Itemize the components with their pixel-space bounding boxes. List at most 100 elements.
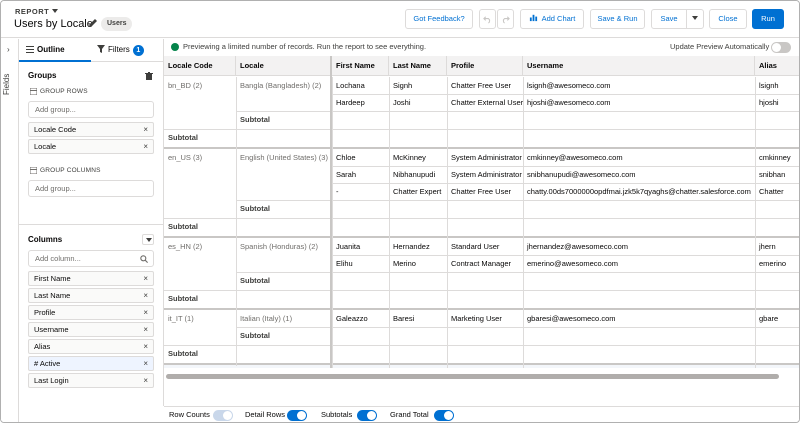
chevron-right-icon[interactable]: › bbox=[7, 45, 10, 54]
add-group-rows-input[interactable]: Add group... bbox=[28, 101, 154, 118]
report-builder: REPORT Users by Locale Users Got Feedbac… bbox=[0, 0, 800, 423]
trash-icon[interactable] bbox=[145, 72, 153, 80]
column-label: Last Name bbox=[34, 291, 71, 300]
group-row-item[interactable]: Locale × bbox=[28, 139, 154, 154]
remove-icon[interactable]: × bbox=[143, 374, 148, 387]
subtotals-toggle[interactable] bbox=[357, 410, 377, 421]
table-cell-username: cmkinney@awesomeco.com bbox=[527, 153, 623, 162]
columns-menu-button[interactable] bbox=[142, 234, 154, 245]
group-divider bbox=[164, 147, 799, 149]
column-item[interactable]: Last Name × bbox=[28, 288, 154, 303]
table-cell-profile: Chatter External User bbox=[451, 98, 523, 107]
group-row-label: Locale Code bbox=[34, 125, 77, 134]
fields-rail[interactable]: › Fields bbox=[1, 39, 19, 422]
pencil-icon[interactable] bbox=[88, 18, 98, 28]
remove-icon[interactable]: × bbox=[143, 357, 148, 370]
detail-rows-toggle[interactable] bbox=[287, 410, 307, 421]
grand-total: Total (8) bbox=[164, 366, 264, 368]
group-locale: English (United States) (3) bbox=[240, 153, 328, 162]
toggle-knob bbox=[297, 411, 306, 420]
remove-icon[interactable]: × bbox=[143, 289, 148, 302]
preview-message: Previewing a limited number of records. … bbox=[183, 42, 427, 51]
chevron-down-icon bbox=[146, 238, 152, 242]
close-button[interactable]: Close bbox=[709, 9, 747, 29]
remove-icon[interactable]: × bbox=[143, 323, 148, 336]
group-columns-icon bbox=[30, 167, 37, 174]
table-cell-last-name: Signh bbox=[393, 81, 413, 90]
run-button[interactable]: Run bbox=[752, 9, 784, 29]
report-footer: Row Counts Detail Rows Subtotals Grand T… bbox=[164, 406, 799, 422]
chart-icon bbox=[529, 14, 537, 22]
outline-panel: Outline Filters 1 Groups GROUP ROWS Add g… bbox=[19, 39, 164, 406]
tab-outline[interactable]: Outline bbox=[19, 39, 91, 62]
report-table: Locale Code Locale First Name Last Name Prof… bbox=[164, 56, 799, 368]
table-cell-profile: Chatter Free User bbox=[451, 187, 512, 196]
add-chart-label: Add Chart bbox=[541, 14, 576, 23]
columns-title: Columns bbox=[28, 235, 63, 244]
group-row-label: Locale bbox=[34, 142, 57, 151]
group-subtotal: Subtotal bbox=[168, 294, 198, 303]
remove-icon[interactable]: × bbox=[143, 272, 148, 285]
table-cell-last-name: Merino bbox=[393, 259, 416, 268]
remove-icon[interactable]: × bbox=[143, 340, 148, 353]
table-cell-alias: emerino bbox=[759, 259, 787, 268]
chevron-down-icon bbox=[692, 16, 698, 20]
add-column-input[interactable]: Add column... bbox=[28, 250, 154, 267]
undo-button[interactable] bbox=[479, 9, 496, 29]
column-label: # Active bbox=[34, 359, 61, 368]
table-cell-first-name: Juanita bbox=[336, 242, 361, 251]
row-counts-toggle[interactable] bbox=[213, 410, 233, 421]
column-item[interactable]: # Active × bbox=[28, 356, 154, 371]
group-row-item[interactable]: Locale Code × bbox=[28, 122, 154, 137]
column-item[interactable]: Username × bbox=[28, 322, 154, 337]
column-header-profile[interactable]: Profile bbox=[447, 56, 523, 76]
column-item[interactable]: Profile × bbox=[28, 305, 154, 320]
update-preview-label: Update Preview Automatically bbox=[670, 42, 770, 51]
tab-filters[interactable]: Filters 1 bbox=[97, 39, 164, 62]
column-item[interactable]: Alias × bbox=[28, 339, 154, 354]
horizontal-scrollbar[interactable] bbox=[166, 374, 779, 379]
group-locale: Bangla (Bangladesh) (2) bbox=[240, 81, 322, 90]
save-menu-button[interactable] bbox=[686, 9, 704, 29]
column-header-username[interactable]: Username bbox=[523, 56, 755, 76]
locale-subtotal: Subtotal bbox=[240, 115, 270, 124]
column-header-alias[interactable]: Alias bbox=[755, 56, 799, 76]
save-run-button[interactable]: Save & Run bbox=[590, 9, 645, 29]
filters-count-badge: 1 bbox=[132, 45, 144, 56]
redo-button[interactable] bbox=[497, 9, 514, 29]
locale-subtotal: Subtotal bbox=[240, 204, 270, 213]
group-divider bbox=[164, 236, 799, 238]
column-header-first-name[interactable]: First Name bbox=[332, 56, 389, 76]
column-header-last-name[interactable]: Last Name bbox=[389, 56, 447, 76]
remove-icon[interactable]: × bbox=[143, 140, 148, 153]
report-type-tag: Users bbox=[101, 17, 133, 31]
group-locale: Spanish (Honduras) (2) bbox=[240, 242, 318, 251]
column-label: Profile bbox=[34, 308, 56, 317]
report-type-menu[interactable]: REPORT bbox=[15, 7, 59, 16]
table-cell-username: snibhanupudi@awesomeco.com bbox=[527, 170, 636, 179]
column-header-locale[interactable]: Locale bbox=[236, 56, 332, 76]
add-group-columns-input[interactable]: Add group... bbox=[28, 180, 154, 197]
filter-icon bbox=[97, 45, 105, 53]
remove-icon[interactable]: × bbox=[143, 123, 148, 136]
subtotals-label: Subtotals bbox=[321, 410, 353, 419]
group-subtotal: Subtotal bbox=[168, 349, 198, 358]
group-rows-icon bbox=[30, 88, 37, 95]
remove-icon[interactable]: × bbox=[143, 306, 148, 319]
add-chart-button[interactable]: Add Chart bbox=[520, 9, 584, 29]
feedback-button[interactable]: Got Feedback? bbox=[405, 9, 473, 29]
table-cell-username: gbaresi@awesomeco.com bbox=[527, 314, 616, 323]
column-item[interactable]: Last Login × bbox=[28, 373, 154, 388]
group-subtotal: Subtotal bbox=[168, 222, 198, 231]
column-header-locale-code[interactable]: Locale Code bbox=[164, 56, 236, 76]
report-type-label: REPORT bbox=[15, 7, 50, 16]
grand-total-toggle[interactable] bbox=[434, 410, 454, 421]
tab-outline-label: Outline bbox=[37, 45, 65, 54]
update-preview-toggle[interactable] bbox=[771, 42, 791, 53]
table-cell-last-name: Baresi bbox=[393, 314, 415, 323]
column-item[interactable]: First Name × bbox=[28, 271, 154, 286]
group-locale: Italian (Italy) (1) bbox=[240, 314, 293, 323]
table-cell-last-name: Joshi bbox=[393, 98, 411, 107]
save-button[interactable]: Save bbox=[651, 9, 687, 29]
success-check-icon bbox=[171, 43, 179, 51]
